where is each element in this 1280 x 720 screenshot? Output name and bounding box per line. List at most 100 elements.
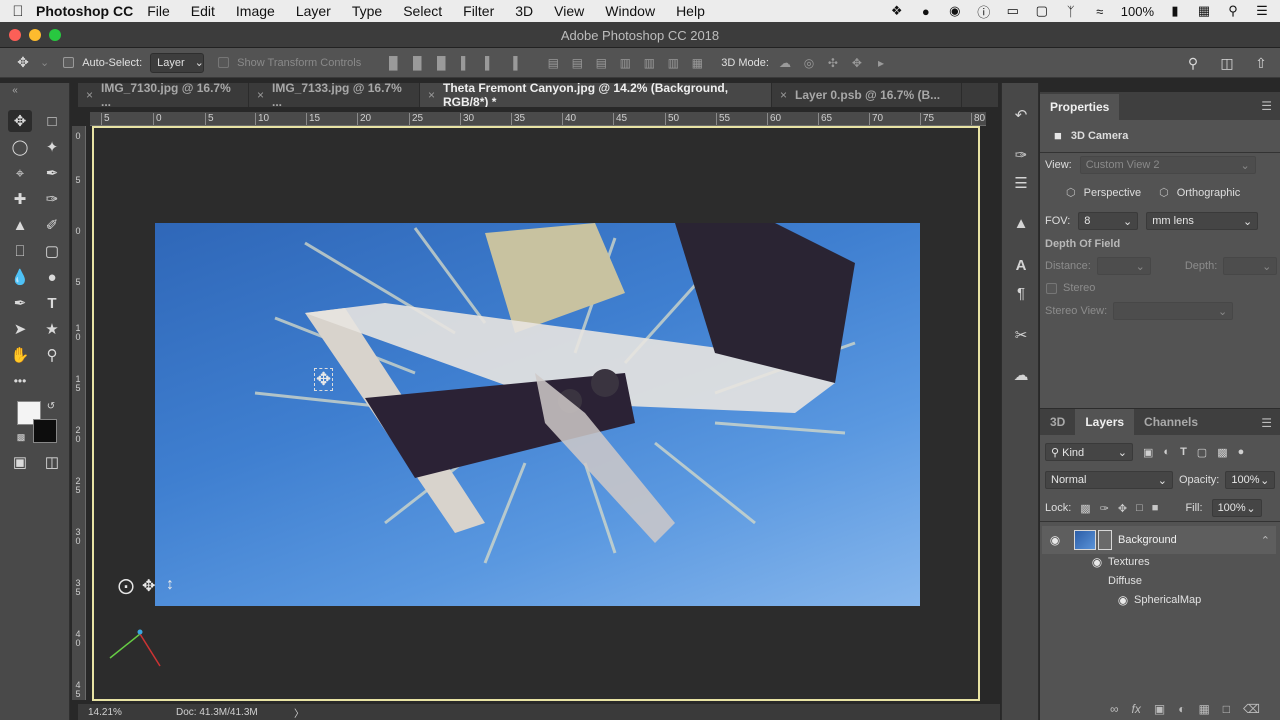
lock-artboard-icon[interactable]: □ [1136, 502, 1143, 514]
tab-layers[interactable]: Layers [1075, 409, 1135, 435]
screen-mode-icon[interactable]: ◫ [40, 451, 64, 473]
move-tool-icon[interactable]: ✥ [14, 54, 32, 71]
chevron-up-icon[interactable]: ⌃ [1261, 534, 1270, 547]
fov-input[interactable]: 8 ⌄ [1078, 212, 1139, 230]
menu-view[interactable]: View [554, 3, 584, 19]
orthographic-label[interactable]: Orthographic [1177, 187, 1241, 199]
3d-scale-icon[interactable]: ▸ [873, 56, 889, 70]
perspective-icon[interactable]: ⬡ [1066, 186, 1076, 199]
orthographic-icon[interactable]: ⬡ [1159, 186, 1169, 199]
document-canvas[interactable]: ✥ ⨀ ✥ ↕ [92, 126, 980, 701]
tab-properties[interactable]: Properties [1040, 94, 1120, 120]
wifi-icon[interactable]: ≈ [1092, 4, 1108, 19]
eye-icon[interactable]: ◉ [1048, 533, 1062, 547]
panel-menu-icon[interactable]: ☰ [1261, 99, 1272, 113]
opacity-input[interactable]: 100% ⌄ [1225, 471, 1276, 489]
3d-dolly-widget-icon[interactable]: ↕ [166, 576, 174, 594]
blend-mode-dropdown[interactable]: Normal ⌄ [1045, 471, 1173, 489]
fill-input[interactable]: 100% ⌄ [1211, 499, 1262, 517]
filter-type-icon[interactable]: T [1180, 446, 1187, 458]
menu-file[interactable]: File [147, 3, 170, 19]
align-right-icon[interactable]: ▐ [505, 56, 521, 70]
notification-center-icon[interactable]: ☰ [1254, 3, 1270, 19]
new-layer-icon[interactable]: □ [1223, 702, 1230, 716]
adjustment-layer-icon[interactable]: ◐ [1178, 702, 1185, 716]
clone-source-icon[interactable]: ▲ [1010, 213, 1032, 235]
3d-pan-icon[interactable]: ✣ [825, 56, 841, 70]
textures-row[interactable]: ◉ Textures [1040, 552, 1280, 572]
tool-presets-icon[interactable]: ✂ [1010, 325, 1032, 347]
lens-dropdown[interactable]: mm lens ⌄ [1146, 212, 1259, 230]
new-group-icon[interactable]: ▦ [1198, 702, 1209, 716]
layer-name[interactable]: Background [1118, 534, 1177, 546]
eyedropper-tool-icon[interactable]: ✒ [40, 162, 64, 184]
spotlight-search-icon[interactable]: ⚲ [1225, 3, 1241, 19]
horizontal-ruler[interactable]: 5 0 5 10 15 20 25 30 35 40 45 50 55 60 6… [90, 112, 986, 126]
collapse-toolbar-icon[interactable]: « [3, 85, 27, 96]
creative-cloud-icon[interactable]: ● [918, 4, 934, 19]
filter-shape-icon[interactable]: ▢ [1197, 446, 1207, 459]
history-brush-tool-icon[interactable]: ✐ [40, 214, 64, 236]
eye-icon[interactable]: ◉ [1116, 593, 1130, 607]
tab-theta-fremont-canyon[interactable]: × Theta Fremont Canyon.jpg @ 14.2% (Back… [420, 81, 772, 109]
trash-icon[interactable]: ⌫ [1243, 702, 1260, 716]
dodge-tool-icon[interactable]: ● [40, 266, 64, 288]
healing-brush-tool-icon[interactable]: ✚ [8, 188, 32, 210]
3d-slide-icon[interactable]: ✥ [849, 56, 865, 70]
hand-tool-icon[interactable]: ✋ [8, 344, 32, 366]
3d-pan-widget-icon[interactable]: ✥ [142, 576, 155, 596]
distribute-left-icon[interactable]: ▥ [617, 56, 633, 70]
filter-pixel-icon[interactable]: ▣ [1143, 446, 1153, 459]
search-icon[interactable]: ⚲ [1184, 55, 1202, 72]
display-icon[interactable]: ▢ [1034, 3, 1050, 19]
workspace-icon[interactable]: ◫ [1218, 55, 1236, 72]
distribute-center-icon[interactable]: ▤ [569, 56, 585, 70]
menu-filter[interactable]: Filter [463, 3, 494, 19]
lock-all-icon[interactable]: ■ [1152, 502, 1159, 514]
paragraph-icon[interactable]: ¶ [1010, 283, 1032, 305]
layer-filter-dropdown[interactable]: ⚲ Kind ⌄ [1045, 443, 1133, 461]
zoom-tool-icon[interactable]: ⚲ [40, 344, 64, 366]
history-icon[interactable]: ↶ [1010, 105, 1032, 127]
auto-select-dropdown[interactable]: Layer ⌄ [150, 52, 205, 73]
align-top-icon[interactable]: █ [385, 56, 401, 70]
panel-menu-icon[interactable]: ☰ [1261, 416, 1272, 430]
lock-position-icon[interactable]: ✥ [1118, 502, 1127, 515]
filter-smart-object-icon[interactable]: ▩ [1217, 446, 1227, 459]
layer-style-icon[interactable]: fx [1132, 702, 1141, 716]
close-tab-icon[interactable]: × [428, 88, 435, 102]
link-layers-icon[interactable]: ∞ [1110, 702, 1119, 716]
magic-wand-tool-icon[interactable]: ✦ [40, 136, 64, 158]
spherical-panorama-image[interactable] [155, 223, 920, 606]
brush-tool-icon[interactable]: ✑ [40, 188, 64, 210]
menu-help[interactable]: Help [676, 3, 705, 19]
blur-tool-icon[interactable]: 💧 [8, 266, 32, 288]
close-tab-icon[interactable]: × [86, 88, 93, 102]
distribute-top-icon[interactable]: ▤ [545, 56, 561, 70]
dropbox-icon[interactable]: ❖ [889, 3, 905, 19]
tool-preset-chevron-icon[interactable]: ⌄ [40, 56, 49, 69]
distribute-right-icon[interactable]: ▥ [665, 56, 681, 70]
status-menu-arrow[interactable]: 〉 [294, 705, 304, 720]
lock-transparency-icon[interactable]: ▩ [1080, 502, 1090, 515]
adjustments-icon[interactable]: ☰ [1010, 173, 1032, 195]
tab-layer-0-psb[interactable]: × Layer 0.psb @ 16.7% (B... [772, 83, 962, 107]
3d-axis-widget[interactable] [106, 626, 166, 670]
apple-icon[interactable]:  [0, 3, 36, 20]
brushes-icon[interactable]: ✑ [1010, 145, 1032, 167]
clone-stamp-tool-icon[interactable]: ▲ [8, 214, 32, 236]
character-icon[interactable]: A [1010, 255, 1032, 277]
spherical-map-row[interactable]: ◉ SphericalMap [1040, 590, 1280, 610]
depth-input[interactable]: ⌄ [1223, 257, 1278, 275]
align-vertical-center-icon[interactable]: █ [409, 56, 425, 70]
shape-tool-icon[interactable]: ★ [40, 318, 64, 340]
share-icon[interactable]: ⇧ [1252, 55, 1270, 72]
tab-3d[interactable]: 3D [1040, 409, 1075, 435]
distance-input[interactable]: ⌄ [1096, 257, 1151, 275]
align-bottom-icon[interactable]: █ [433, 56, 449, 70]
distribute-hcenter-icon[interactable]: ▥ [641, 56, 657, 70]
tab-channels[interactable]: Channels [1134, 409, 1208, 435]
3d-orbit-icon[interactable]: ☁ [777, 56, 793, 70]
align-left-icon[interactable]: ▌ [457, 56, 473, 70]
tab-img-7133[interactable]: × IMG_7133.jpg @ 16.7% ... [249, 81, 420, 109]
